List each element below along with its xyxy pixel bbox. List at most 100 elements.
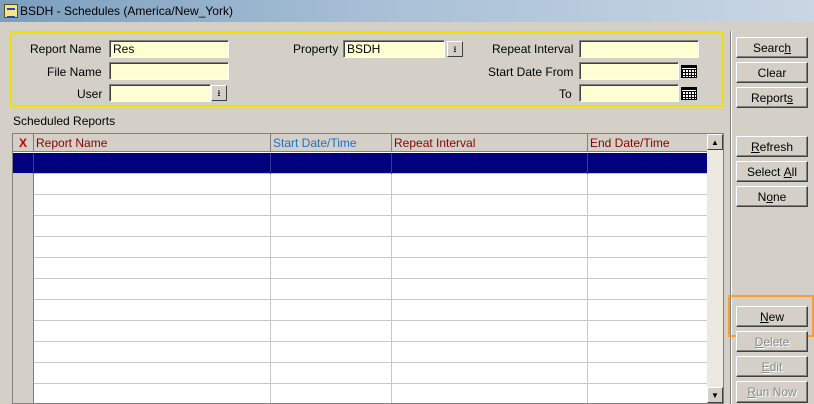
report-name-cell[interactable] [34,300,271,321]
none-button[interactable]: No ne [736,186,808,207]
table-row[interactable] [13,258,709,279]
row-header-cell[interactable] [13,195,34,216]
end-date-time-cell[interactable] [588,384,709,403]
report-name-cell[interactable] [34,279,271,300]
table-row[interactable] [13,174,709,195]
start-date-time-cell[interactable] [271,237,392,258]
report-name-cell[interactable] [34,342,271,363]
end-date-time-cell[interactable] [588,258,709,279]
row-header-cell[interactable] [13,384,34,403]
end-date-time-cell[interactable] [588,237,709,258]
repeat-interval-cell[interactable] [392,174,588,195]
report-name-cell[interactable] [34,195,271,216]
report-name-cell[interactable] [34,363,271,384]
refresh-button[interactable]: Refresh [736,136,808,157]
repeat-interval-cell[interactable] [392,363,588,384]
row-header-cell[interactable] [13,363,34,384]
repeat-interval-cell[interactable] [392,342,588,363]
end-date-time-cell[interactable] [588,216,709,237]
run-now-button[interactable]: Run Now [736,381,808,403]
repeat-interval-cell[interactable] [392,321,588,342]
table-row[interactable] [13,363,709,384]
new-button[interactable]: New [736,306,808,327]
report-name-cell[interactable] [34,237,271,258]
column-header-repeat-interval[interactable]: Repeat Interval [392,134,588,152]
to-date-calendar-button[interactable] [680,85,698,101]
start-date-time-cell[interactable] [271,321,392,342]
column-header-end-date-time[interactable]: End Date/Time [588,134,709,152]
row-header-cell[interactable] [13,237,34,258]
row-header-cell[interactable] [13,174,34,195]
repeat-interval-cell[interactable] [392,300,588,321]
repeat-interval-cell[interactable] [392,216,588,237]
end-date-time-cell[interactable] [588,153,709,174]
property-field[interactable]: BSDH [343,40,445,58]
start-date-time-cell[interactable] [271,195,392,216]
table-row[interactable] [13,237,709,258]
start-date-time-cell[interactable] [271,300,392,321]
table-row[interactable] [13,321,709,342]
table-row[interactable] [13,300,709,321]
start-date-time-cell[interactable] [271,363,392,384]
repeat-interval-cell[interactable] [392,384,588,403]
start-date-time-cell[interactable] [271,174,392,195]
repeat-interval-cell[interactable] [392,279,588,300]
user-dropdown-button[interactable]: ⭳ [211,85,227,101]
end-date-time-cell[interactable] [588,174,709,195]
start-date-from-field[interactable] [579,62,679,80]
table-row[interactable] [13,384,709,403]
repeat-interval-field[interactable] [579,40,699,58]
scroll-up-button[interactable]: ▲ [707,134,723,150]
grid-vertical-scrollbar[interactable]: ▲ ▼ [707,134,723,403]
column-header-report-name[interactable]: Report Name [34,134,271,152]
user-field[interactable] [109,84,211,102]
table-row[interactable] [13,195,709,216]
start-date-time-cell[interactable] [271,153,392,174]
to-date-field[interactable] [579,84,679,102]
table-row[interactable] [13,279,709,300]
report-name-cell[interactable] [34,321,271,342]
delete-button[interactable]: Delete [736,331,808,352]
column-header-start-date-time[interactable]: Start Date/Time [271,134,392,152]
report-name-cell[interactable] [34,153,271,174]
repeat-interval-cell[interactable] [392,153,588,174]
scroll-down-button[interactable]: ▼ [707,387,723,403]
reports-button[interactable]: Report s [736,87,808,108]
report-name-cell[interactable] [34,384,271,403]
end-date-time-cell[interactable] [588,300,709,321]
end-date-time-cell[interactable] [588,321,709,342]
row-header-cell[interactable] [13,342,34,363]
table-row[interactable] [13,216,709,237]
repeat-interval-cell[interactable] [392,258,588,279]
search-button[interactable]: Searc h [736,37,808,58]
end-date-time-cell[interactable] [588,363,709,384]
clear-button[interactable]: Clear [736,62,808,83]
report-name-cell[interactable] [34,216,271,237]
report-name-field[interactable]: Res [109,40,229,58]
repeat-interval-cell[interactable] [392,195,588,216]
start-date-time-cell[interactable] [271,216,392,237]
repeat-interval-cell[interactable] [392,237,588,258]
start-date-time-cell[interactable] [271,258,392,279]
start-date-calendar-button[interactable] [680,63,698,79]
row-header-cell[interactable] [13,279,34,300]
select-all-button[interactable]: Select All [736,161,808,182]
start-date-time-cell[interactable] [271,342,392,363]
file-name-field[interactable] [109,62,229,80]
end-date-time-cell[interactable] [588,195,709,216]
end-date-time-cell[interactable] [588,342,709,363]
edit-button[interactable]: Edit [736,356,808,377]
row-header-cell[interactable] [13,321,34,342]
property-dropdown-button[interactable]: ⭳ [447,41,463,57]
start-date-time-cell[interactable] [271,279,392,300]
column-header-x[interactable]: X [13,134,34,152]
start-date-time-cell[interactable] [271,384,392,403]
row-header-cell[interactable] [13,153,34,174]
row-header-cell[interactable] [13,300,34,321]
row-header-cell[interactable] [13,216,34,237]
row-header-cell[interactable] [13,258,34,279]
table-row-selected[interactable] [13,153,709,174]
report-name-cell[interactable] [34,258,271,279]
end-date-time-cell[interactable] [588,279,709,300]
report-name-cell[interactable] [34,174,271,195]
